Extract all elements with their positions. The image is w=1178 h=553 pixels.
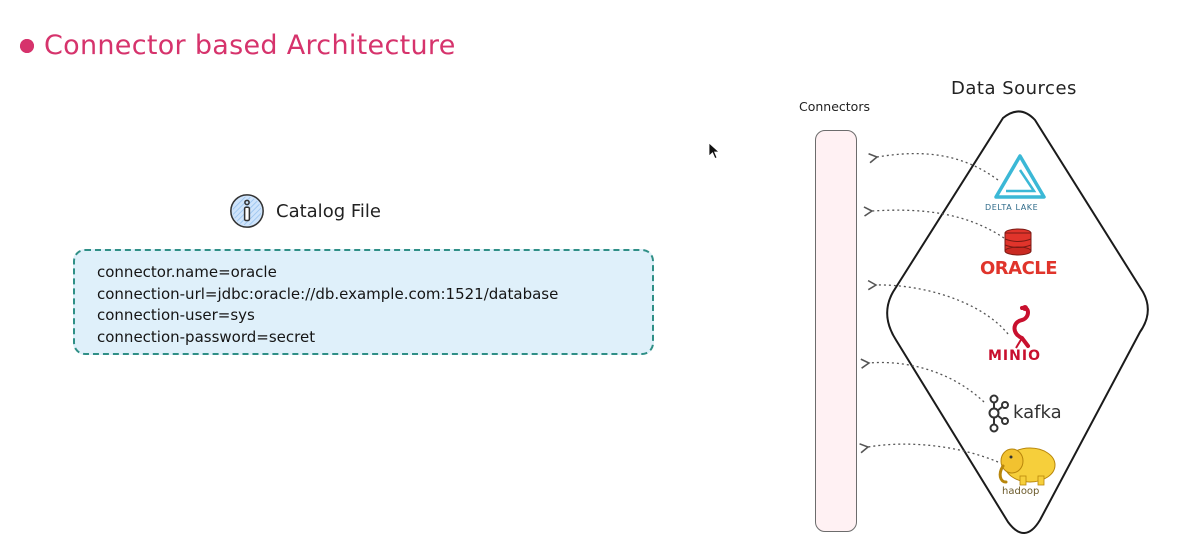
config-line-connection-url: connection-url=jdbc:oracle://db.example.… (97, 284, 559, 303)
connectors-label: Connectors (799, 99, 870, 114)
oracle-arrow (872, 210, 1005, 239)
hadoop-arrow (868, 444, 999, 463)
config-line-connector-name: connector.name=oracle (97, 263, 277, 281)
kafka-arrow (869, 362, 985, 403)
catalog-config-box: connector.name=oracle connection-url=jdb… (73, 249, 654, 355)
kafka-icon (988, 394, 1009, 433)
catalog-title: Catalog File (276, 200, 381, 222)
source-label-kafka: kafka (1013, 402, 1062, 423)
mouse-cursor-icon (708, 142, 720, 160)
bullet-icon (18, 36, 36, 55)
delta-lake-arrow (877, 152, 999, 181)
source-label-hadoop: hadoop (1002, 486, 1040, 497)
data-sources-label: Data Sources (951, 78, 1077, 99)
minio-arrow (876, 285, 1009, 335)
flamingo-icon (1012, 305, 1030, 349)
config-line-connection-password: connection-password=secret (97, 327, 316, 346)
database-icon (1004, 228, 1032, 256)
elephant-icon (998, 447, 1056, 486)
page-title-text: Connector based Architecture (44, 30, 456, 61)
info-icon (230, 194, 264, 228)
delta-lake-icon (994, 154, 1046, 199)
connectors-bar (815, 130, 857, 532)
source-label-minio: MINIO (988, 348, 1041, 364)
source-label-delta-lake: DELTA LAKE (985, 203, 1039, 212)
page-title: Connector based Architecture (18, 30, 456, 61)
data-sources-diamond (886, 110, 1149, 534)
catalog-header: Catalog File (228, 192, 381, 230)
config-line-connection-user: connection-user=sys (97, 306, 255, 324)
source-label-oracle: ORACLE (980, 258, 1058, 279)
